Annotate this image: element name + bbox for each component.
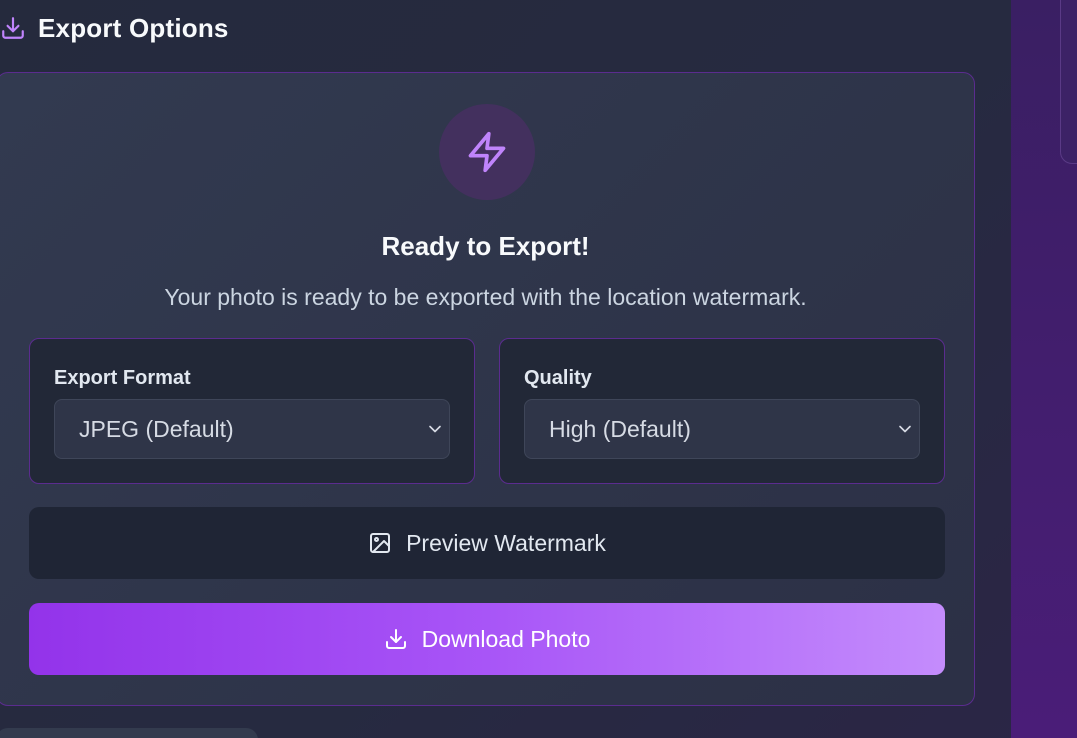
image-icon xyxy=(368,531,392,555)
preview-watermark-button[interactable]: Preview Watermark xyxy=(29,507,945,579)
chevron-down-icon xyxy=(895,418,915,438)
right-panel-card xyxy=(1060,0,1077,164)
section-title: Export Options xyxy=(38,12,229,43)
download-icon xyxy=(384,627,408,651)
section-header: Export Options xyxy=(0,10,229,46)
export-format-value: JPEG (Default) xyxy=(79,415,234,442)
lightning-bolt-icon xyxy=(439,104,535,200)
quality-value: High (Default) xyxy=(549,415,691,442)
download-photo-button[interactable]: Download Photo xyxy=(29,603,945,675)
chevron-down-icon xyxy=(425,418,445,438)
quality-select[interactable]: High (Default) xyxy=(524,399,920,459)
export-format-select[interactable]: JPEG (Default) xyxy=(54,399,450,459)
export-format-box: Export Format JPEG (Default) xyxy=(29,338,475,484)
export-format-label: Export Format xyxy=(54,367,191,389)
preview-watermark-label: Preview Watermark xyxy=(406,529,606,556)
ready-title: Ready to Export! xyxy=(381,231,590,261)
download-photo-label: Download Photo xyxy=(421,625,591,652)
quality-label: Quality xyxy=(524,367,592,389)
quality-box: Quality High (Default) xyxy=(499,338,945,484)
download-icon xyxy=(0,15,26,41)
ready-description: Your photo is ready to be exported with … xyxy=(164,284,807,310)
bottom-panel-edge xyxy=(0,728,258,738)
export-card: Ready to Export! Your photo is ready to … xyxy=(0,72,975,706)
